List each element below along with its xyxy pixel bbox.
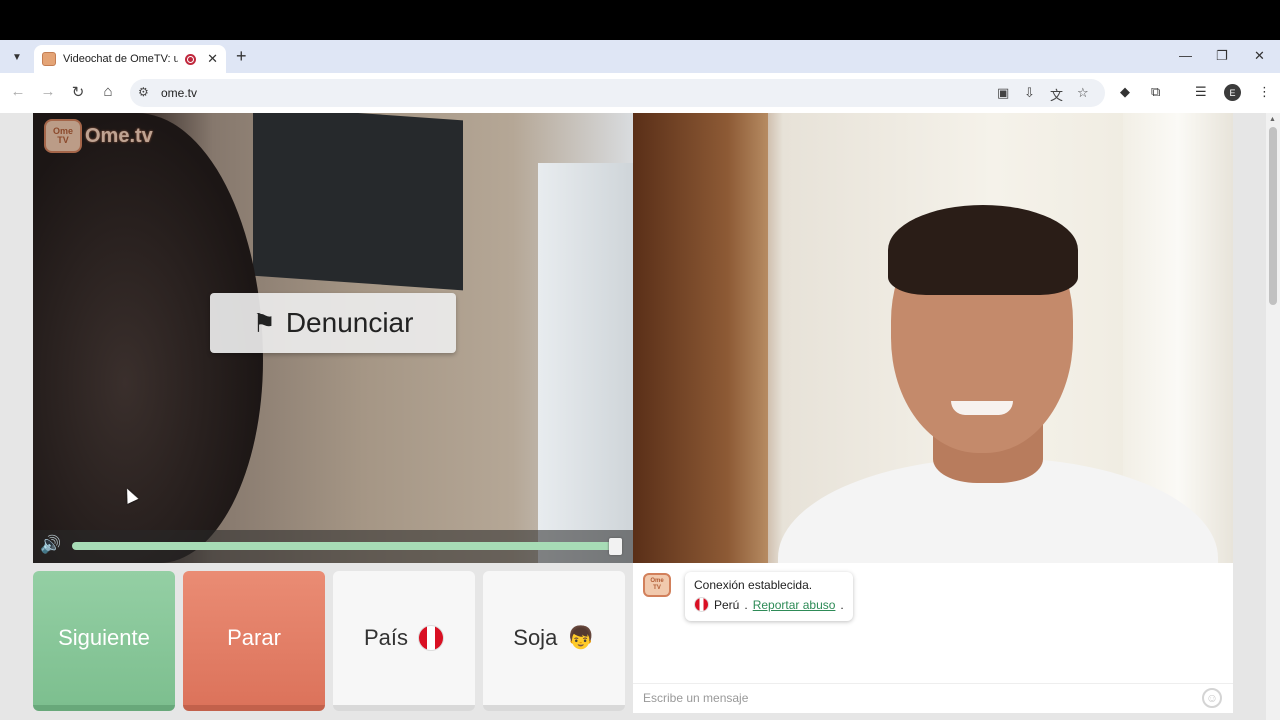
ometv-tv-icon: Ome TV: [44, 119, 82, 153]
screen-top-bar: [0, 0, 1280, 40]
url-text[interactable]: ome.tv: [161, 86, 197, 100]
report-label: Denunciar: [285, 307, 414, 338]
report-abuse-link[interactable]: Reportar abuso: [753, 598, 836, 612]
remote-scene-cabinet: [538, 163, 633, 563]
message-input-placeholder: Escribe un mensaje: [643, 691, 749, 705]
page-scrollbar[interactable]: ▲: [1266, 113, 1280, 720]
forward-arrow-icon[interactable]: →: [38, 83, 58, 100]
logo-tv-bottom-text: TV: [57, 135, 69, 145]
chat-logo-top-text: Ome: [650, 578, 664, 584]
minimize-button[interactable]: —: [1179, 48, 1192, 63]
tab-close-icon[interactable]: ✕: [207, 51, 218, 67]
chat-logo-bottom-text: TV: [653, 585, 661, 591]
address-bar[interactable]: ⚙ ome.tv ▣ ⇩ 文 ☆: [130, 79, 1105, 107]
back-arrow-icon[interactable]: ←: [8, 83, 28, 100]
profile-avatar[interactable]: E: [1224, 84, 1241, 101]
period-text: .: [840, 597, 844, 612]
flag-icon: ⚑: [252, 307, 276, 338]
browser-tab[interactable]: Videochat de OmeTV: una ✕: [34, 45, 226, 73]
partner-country-text: Perú: [714, 597, 740, 612]
install-app-icon[interactable]: ⇩: [1024, 85, 1035, 101]
message-input[interactable]: Escribe un mensaje ☺: [633, 683, 1233, 713]
connection-status-text: Conexión establecida.: [694, 578, 813, 592]
translate-icon[interactable]: 文: [1050, 85, 1063, 104]
self-scene-door: [633, 113, 768, 563]
remote-scene-tv: [253, 113, 463, 291]
boy-icon: 👦: [567, 625, 595, 650]
volume-bar: 🔊: [33, 530, 633, 563]
peru-flag-small-icon: [694, 597, 709, 612]
gender-filter-button[interactable]: Soja 👦: [483, 571, 625, 711]
home-icon[interactable]: ⌂: [98, 83, 118, 100]
reload-icon[interactable]: ↻: [68, 83, 88, 101]
partner-country-line: Perú . Reportar abuso.: [694, 597, 844, 612]
chat-panel: Ome TV Conexión establecida. Perú . Repo…: [633, 563, 1233, 713]
scrollbar-thumb[interactable]: [1269, 127, 1277, 305]
gender-button-label: Soja: [513, 625, 558, 650]
speaker-icon[interactable]: 🔊: [40, 535, 61, 555]
ometv-logo: Ome TV Ome.tv: [44, 119, 153, 153]
site-info-icon[interactable]: ⚙: [138, 85, 149, 99]
stop-button-label: Parar: [227, 625, 281, 650]
ometv-chat-logo-icon: Ome TV: [643, 573, 671, 597]
next-button[interactable]: Siguiente: [33, 571, 175, 711]
scroll-up-arrow-icon[interactable]: ▲: [1269, 116, 1276, 123]
close-window-button[interactable]: ✕: [1254, 48, 1265, 64]
tab-title: Videochat de OmeTV: una: [63, 53, 179, 65]
next-button-label: Siguiente: [58, 625, 150, 650]
tab-strip: ▼ Videochat de OmeTV: una ✕ + — ❐ ✕: [0, 40, 1280, 73]
emoji-smiley-icon[interactable]: ☺: [1202, 688, 1222, 708]
country-filter-button[interactable]: País: [333, 571, 475, 711]
volume-slider-handle[interactable]: [609, 538, 622, 555]
stop-button[interactable]: Parar: [183, 571, 325, 711]
system-message: Conexión establecida. Perú . Reportar ab…: [685, 572, 853, 621]
new-tab-button[interactable]: +: [236, 46, 247, 67]
camera-in-use-icon[interactable]: ▣: [997, 85, 1009, 101]
report-button[interactable]: ⚑ Denunciar: [210, 293, 456, 353]
recording-indicator-icon: [185, 53, 197, 65]
browser-toolbar: ← → ↻ ⌂ ⚙ ome.tv ▣ ⇩ 文 ☆ ◆ ⧉ ☰ E ⋮: [0, 73, 1280, 113]
media-control-icon[interactable]: ☰: [1195, 84, 1207, 100]
peru-flag-icon: [418, 625, 445, 651]
volume-slider-track[interactable]: [72, 542, 617, 550]
tab-search-chevron-icon[interactable]: ▼: [7, 47, 27, 67]
extension-icon[interactable]: ◆: [1120, 84, 1130, 100]
country-button-label: País: [363, 625, 409, 650]
self-person-smile: [951, 401, 1013, 415]
restore-button[interactable]: ❐: [1216, 48, 1228, 64]
separator-text: .: [744, 597, 748, 612]
more-menu-icon[interactable]: ⋮: [1258, 84, 1271, 100]
self-person-hair: [888, 205, 1078, 295]
ometv-favicon-icon: [42, 52, 56, 66]
logo-text: Ome.tv: [85, 124, 153, 147]
self-video: [633, 113, 1233, 563]
bookmark-star-icon[interactable]: ☆: [1077, 85, 1089, 101]
extensions-puzzle-icon[interactable]: ⧉: [1151, 84, 1160, 100]
